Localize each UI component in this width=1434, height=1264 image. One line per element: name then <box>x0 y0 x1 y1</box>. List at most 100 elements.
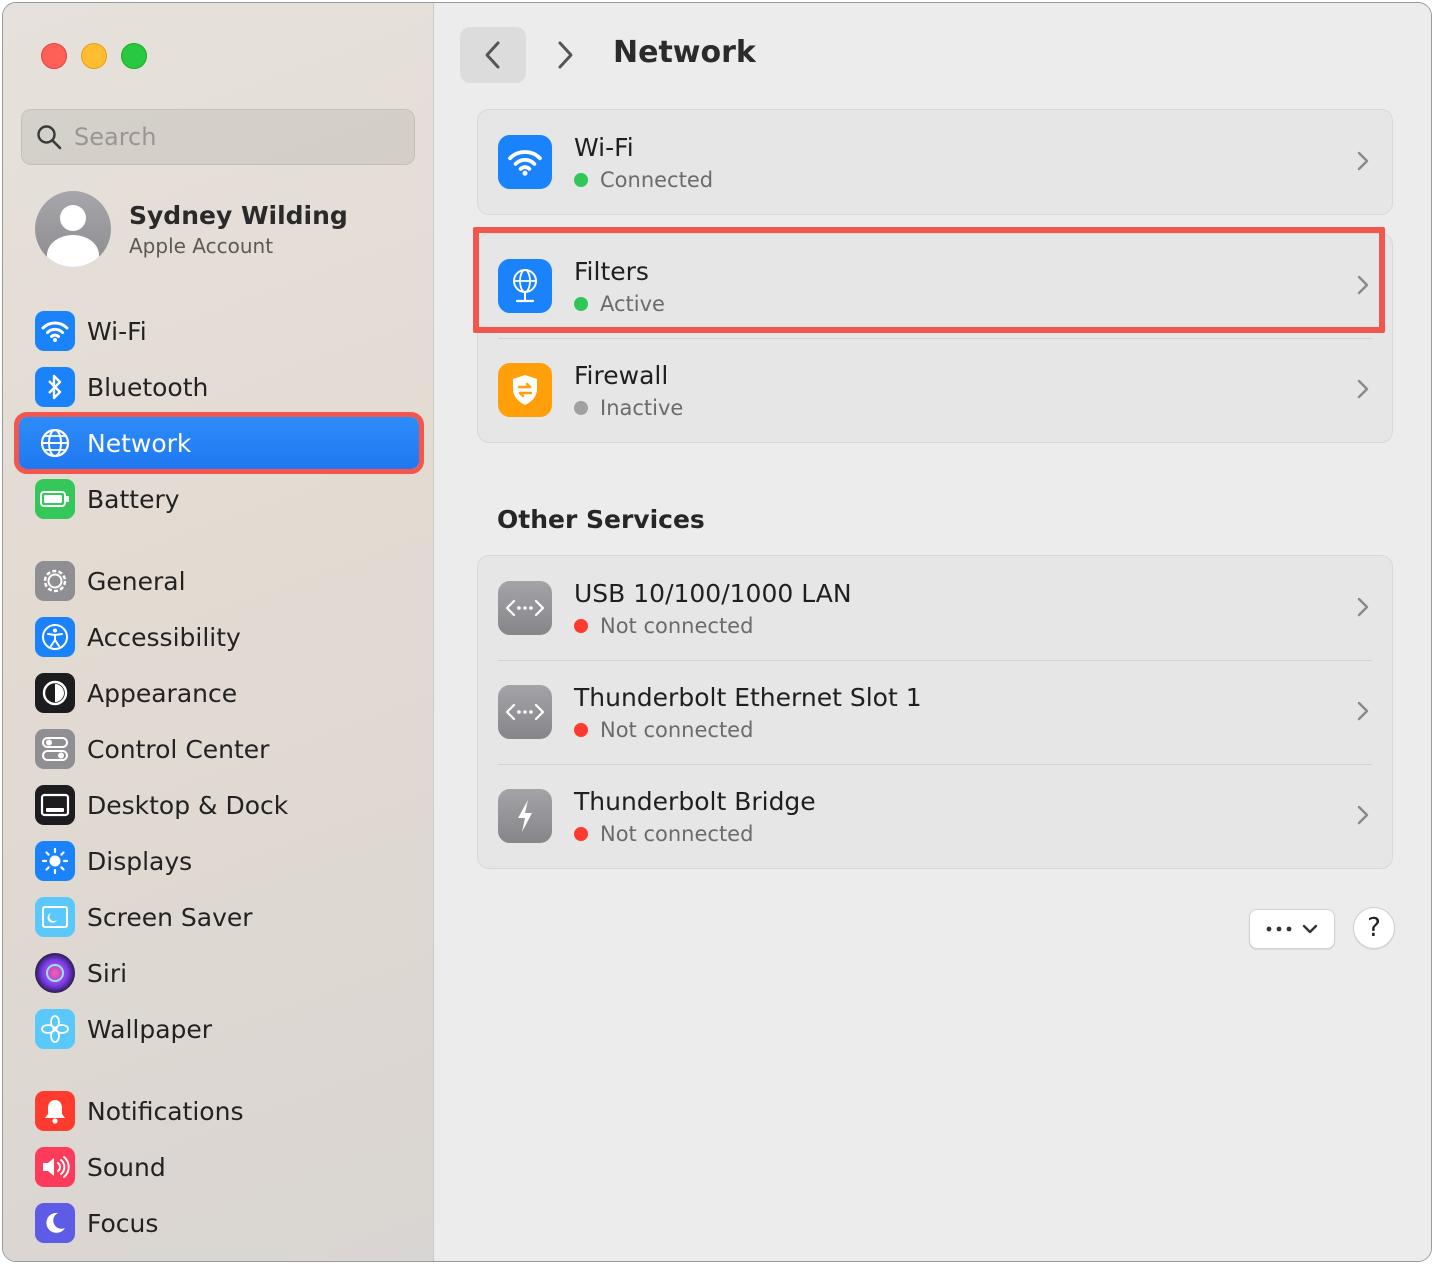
account-name: Sydney Wilding <box>129 200 348 230</box>
status-dot <box>574 722 588 737</box>
sidebar-item-wallpaper[interactable]: Wallpaper <box>19 1003 419 1055</box>
sidebar-item-label: Battery <box>87 484 180 514</box>
search-icon <box>37 125 62 150</box>
ethernet-icon <box>498 685 552 739</box>
bluetooth-icon <box>35 367 75 407</box>
wifi-icon <box>35 311 75 351</box>
status-text: Not connected <box>600 821 754 846</box>
ethernet-icon <box>498 581 552 635</box>
chevron-right-icon <box>1357 701 1369 721</box>
zoom-window-button[interactable] <box>121 43 147 69</box>
account-subtitle: Apple Account <box>129 233 274 258</box>
gear-icon <box>35 561 75 601</box>
chevron-right-icon <box>1357 275 1369 295</box>
page-title: Network <box>613 35 756 70</box>
sidebar-item-label: General <box>87 566 186 596</box>
other-services-card: USB 10/100/1000 LAN Not connected Thunde… <box>477 555 1393 869</box>
service-row-thunderbolt-bridge[interactable]: Thunderbolt Bridge Not connected <box>478 764 1392 868</box>
sidebar-item-label: Desktop & Dock <box>87 790 289 820</box>
status-dot <box>574 618 588 633</box>
sidebar-item-label: Bluetooth <box>87 372 209 402</box>
sidebar-item-label: Control Center <box>87 734 270 764</box>
sidebar-item-label: Wallpaper <box>87 1014 213 1044</box>
status-text: Not connected <box>600 613 754 638</box>
sidebar-item-label: Notifications <box>87 1096 244 1126</box>
chevron-right-icon <box>1357 379 1369 399</box>
sidebar-item-focus[interactable]: Focus <box>19 1197 419 1249</box>
apple-account[interactable]: Sydney Wilding Apple Account <box>35 191 348 267</box>
dock-icon <box>35 785 75 825</box>
sidebar: Sydney Wilding Apple Account Wi-Fi Bluet… <box>3 3 434 1261</box>
screen-saver-icon <box>35 897 75 937</box>
status-dot <box>574 400 588 415</box>
minimize-window-button[interactable] <box>81 43 107 69</box>
sidebar-item-desktop-dock[interactable]: Desktop & Dock <box>19 779 419 831</box>
status-text: Connected <box>600 167 714 192</box>
help-button[interactable]: ? <box>1353 907 1395 949</box>
battery-icon <box>35 479 75 519</box>
row-title: Thunderbolt Bridge <box>574 786 816 816</box>
row-title: Firewall <box>574 360 669 390</box>
sidebar-item-general[interactable]: General <box>19 555 419 607</box>
globe-icon <box>35 423 75 463</box>
speaker-icon <box>35 1147 75 1187</box>
appearance-icon <box>35 673 75 713</box>
sidebar-item-notifications[interactable]: Notifications <box>19 1085 419 1137</box>
sidebar-item-label: Focus <box>87 1208 159 1238</box>
sidebar-item-accessibility[interactable]: Accessibility <box>19 611 419 663</box>
status-dot <box>574 172 588 187</box>
sidebar-item-bluetooth[interactable]: Bluetooth <box>19 361 419 413</box>
sidebar-item-sound[interactable]: Sound <box>19 1141 419 1193</box>
sidebar-item-screen-saver[interactable]: Screen Saver <box>19 891 419 943</box>
bell-icon <box>35 1091 75 1131</box>
sidebar-item-label: Network <box>87 428 192 458</box>
toggles-icon <box>35 729 75 769</box>
sidebar-item-wifi[interactable]: Wi-Fi <box>19 305 419 357</box>
chevron-right-icon <box>558 41 573 69</box>
row-title: Thunderbolt Ethernet Slot 1 <box>574 682 922 712</box>
status-text: Not connected <box>600 717 754 742</box>
wifi-icon <box>498 135 552 189</box>
sidebar-item-control-center[interactable]: Control Center <box>19 723 419 775</box>
service-row-usb-lan[interactable]: USB 10/100/1000 LAN Not connected <box>478 556 1392 660</box>
filters-firewall-card: Filters Active Firewall Inactive <box>477 233 1393 443</box>
chevron-right-icon <box>1357 805 1369 825</box>
service-row-thunderbolt-ethernet[interactable]: Thunderbolt Ethernet Slot 1 Not connecte… <box>478 660 1392 764</box>
flower-icon <box>35 1009 75 1049</box>
more-actions-button[interactable] <box>1249 909 1335 949</box>
network-row-wifi[interactable]: Wi-Fi Connected <box>478 110 1392 214</box>
avatar <box>35 191 111 267</box>
sidebar-item-label: Siri <box>87 958 128 988</box>
ellipsis-icon <box>1266 926 1292 932</box>
sidebar-group-notifications: Notifications Sound Focus <box>19 1085 419 1253</box>
network-row-filters[interactable]: Filters Active <box>478 234 1392 338</box>
main-panel: Network Wi-Fi Connected Filters Active F… <box>435 3 1431 1261</box>
search-input[interactable] <box>74 123 394 151</box>
close-window-button[interactable] <box>41 43 67 69</box>
status-dot <box>574 826 588 841</box>
moon-icon <box>35 1203 75 1243</box>
network-row-firewall[interactable]: Firewall Inactive <box>478 338 1392 442</box>
sidebar-item-battery[interactable]: Battery <box>19 473 419 525</box>
sidebar-group-system: General Accessibility Appearance Control… <box>19 555 419 1059</box>
window-controls <box>41 43 147 69</box>
sidebar-item-label: Screen Saver <box>87 902 253 932</box>
siri-icon <box>35 953 75 993</box>
sidebar-item-siri[interactable]: Siri <box>19 947 419 999</box>
row-title: USB 10/100/1000 LAN <box>574 578 852 608</box>
sidebar-item-network[interactable]: Network <box>14 412 424 474</box>
forward-button[interactable] <box>545 27 585 83</box>
wifi-card: Wi-Fi Connected <box>477 109 1393 215</box>
sidebar-item-label: Sound <box>87 1152 166 1182</box>
settings-window: Sydney Wilding Apple Account Wi-Fi Bluet… <box>2 2 1432 1262</box>
sidebar-item-label: Displays <box>87 846 193 876</box>
row-title: Filters <box>574 256 649 286</box>
globe-filter-icon <box>498 259 552 313</box>
sidebar-item-label: Appearance <box>87 678 238 708</box>
search-field[interactable] <box>21 109 415 165</box>
sun-icon <box>35 841 75 881</box>
accessibility-icon <box>35 617 75 657</box>
sidebar-item-displays[interactable]: Displays <box>19 835 419 887</box>
sidebar-item-appearance[interactable]: Appearance <box>19 667 419 719</box>
back-button[interactable] <box>460 27 526 83</box>
